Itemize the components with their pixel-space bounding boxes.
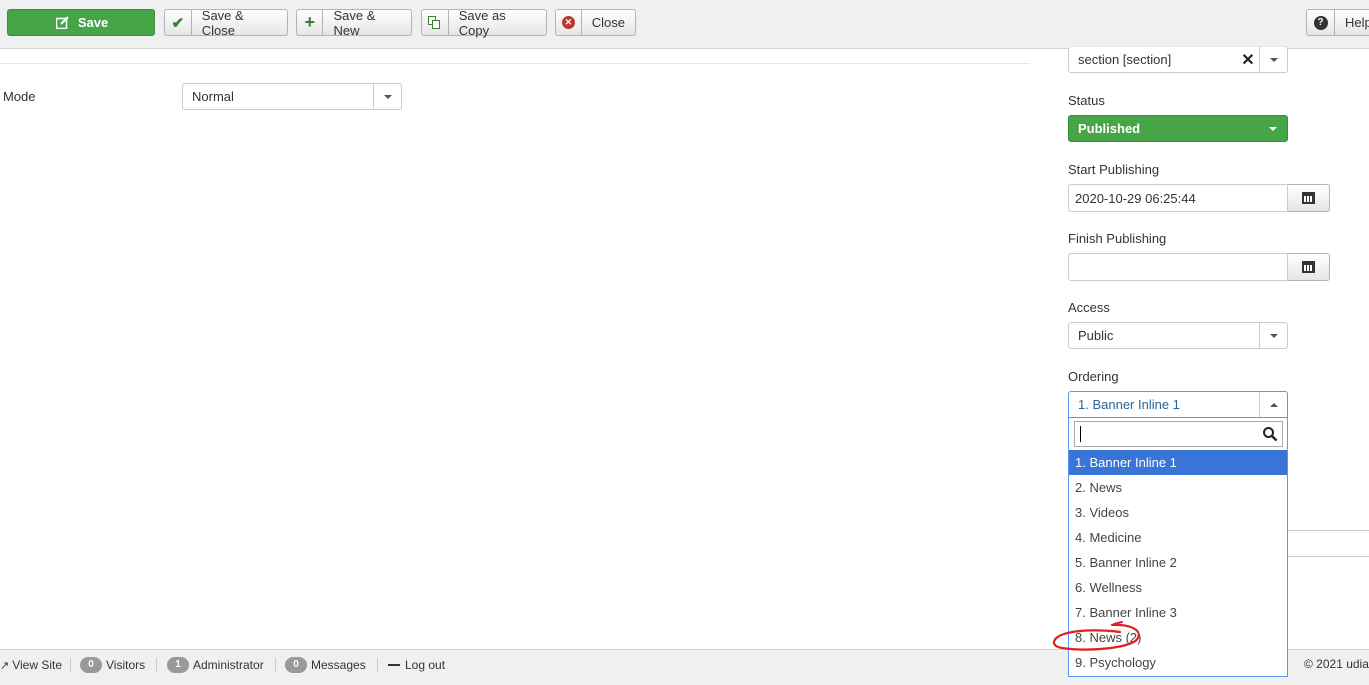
save-new-label: Save & New (333, 7, 376, 38)
edit-icon (54, 10, 72, 35)
start-publishing-field: 2020-10-29 06:25:44 (1068, 184, 1330, 212)
ordering-select[interactable]: 1. Banner Inline 1 (1068, 391, 1288, 418)
ordering-option[interactable]: 8. News (2) (1069, 625, 1287, 650)
text-cursor (1080, 426, 1081, 442)
start-publishing-label: Start Publishing (1068, 162, 1160, 177)
ordering-option[interactable]: 5. Banner Inline 2 (1069, 550, 1287, 575)
calendar-button[interactable] (1288, 253, 1330, 281)
plus-icon: + (297, 10, 324, 35)
close-label: Close (591, 15, 625, 30)
chevron-up-icon (1259, 392, 1287, 417)
ordering-label: Ordering (1068, 369, 1119, 384)
ordering-option[interactable]: 6. Wellness (1069, 575, 1287, 600)
calendar-icon (1302, 192, 1315, 204)
ordering-value: 1. Banner Inline 1 (1078, 397, 1180, 412)
toolbar: Save ✔ Save & Close + Save & New Save as… (0, 0, 1369, 49)
position-select[interactable]: section [section] ✕ (1068, 46, 1288, 73)
visitors-label: Visitors (106, 658, 146, 672)
access-select[interactable]: Public (1068, 322, 1288, 349)
ordering-search-input[interactable] (1074, 421, 1283, 447)
finish-publishing-field (1068, 253, 1330, 281)
mode-value: Normal (192, 89, 234, 104)
help-label: Help (1345, 15, 1369, 30)
close-button[interactable]: ✕ Close (555, 9, 636, 36)
logout-label: Log out (405, 658, 446, 672)
finish-publishing-input[interactable] (1068, 253, 1288, 281)
ordering-option[interactable]: 1. Banner Inline 1 (1069, 450, 1287, 475)
ordering-option[interactable]: 7. Banner Inline 3 (1069, 600, 1287, 625)
separator (275, 658, 276, 672)
access-label: Access (1068, 300, 1110, 315)
separator (377, 658, 378, 672)
divider (1288, 556, 1369, 557)
question-icon: ? (1313, 15, 1328, 30)
separator (70, 658, 71, 672)
mode-label: Mode (3, 89, 36, 104)
clear-icon[interactable]: ✕ (1237, 50, 1259, 70)
status-value: Published (1078, 121, 1141, 136)
visitors-badge: 0 (80, 657, 102, 673)
admin-badge: 1 (167, 657, 189, 673)
ordering-dropdown: 1. Banner Inline 1 2. News 3. Videos 4. … (1068, 418, 1288, 677)
access-value: Public (1078, 328, 1114, 343)
save-button[interactable]: Save (7, 9, 155, 36)
save-new-button[interactable]: + Save & New (296, 7, 412, 38)
ordering-options: 1. Banner Inline 1 2. News 3. Videos 4. … (1069, 450, 1287, 675)
divider (0, 63, 1030, 64)
messages-link[interactable]: 0 Messages (285, 657, 366, 673)
messages-badge: 0 (285, 657, 307, 673)
minus-icon (388, 664, 400, 666)
ordering-option[interactable]: 4. Medicine (1069, 525, 1287, 550)
administrator-link[interactable]: 1 Administrator (167, 657, 264, 673)
separator (156, 658, 157, 672)
chevron-down-icon (1259, 116, 1287, 141)
copyright: © 2021 udia (1304, 657, 1369, 671)
save-close-button[interactable]: ✔ Save & Close (164, 7, 288, 38)
ordering-option[interactable]: 9. Psychology (1069, 650, 1287, 675)
calendar-button[interactable] (1288, 184, 1330, 212)
chevron-down-icon (1259, 47, 1287, 72)
search-icon (1263, 427, 1278, 442)
logout-link[interactable]: Log out (388, 657, 445, 673)
status-label: Status (1068, 93, 1105, 108)
position-value: section [section] (1078, 52, 1172, 67)
check-icon: ✔ (165, 10, 192, 35)
start-publishing-input[interactable]: 2020-10-29 06:25:44 (1068, 184, 1288, 212)
ordering-option[interactable]: 3. Videos (1069, 500, 1287, 525)
divider (1288, 530, 1369, 531)
view-site-label: View Site (12, 658, 63, 672)
chevron-down-icon (373, 84, 401, 109)
external-link-icon: ↗ (0, 659, 10, 672)
visitors-link[interactable]: 0 Visitors (80, 657, 145, 673)
help-button[interactable]: ? Help (1306, 9, 1369, 36)
mode-select[interactable]: Normal (182, 83, 402, 110)
save-close-label: Save & Close (201, 7, 244, 38)
save-copy-button[interactable]: Save as Copy (421, 7, 547, 38)
status-select[interactable]: Published (1068, 115, 1288, 142)
finish-publishing-label: Finish Publishing (1068, 231, 1167, 246)
save-copy-label: Save as Copy (458, 7, 506, 38)
cancel-icon: ✕ (561, 16, 575, 29)
view-site-link[interactable]: ↗ View Site (0, 657, 62, 673)
calendar-icon (1302, 261, 1315, 273)
messages-label: Messages (311, 658, 366, 672)
copy-icon (422, 10, 449, 35)
ordering-option[interactable]: 2. News (1069, 475, 1287, 500)
chevron-down-icon (1259, 323, 1287, 348)
save-label: Save (77, 15, 109, 30)
admin-label: Administrator (193, 658, 264, 672)
